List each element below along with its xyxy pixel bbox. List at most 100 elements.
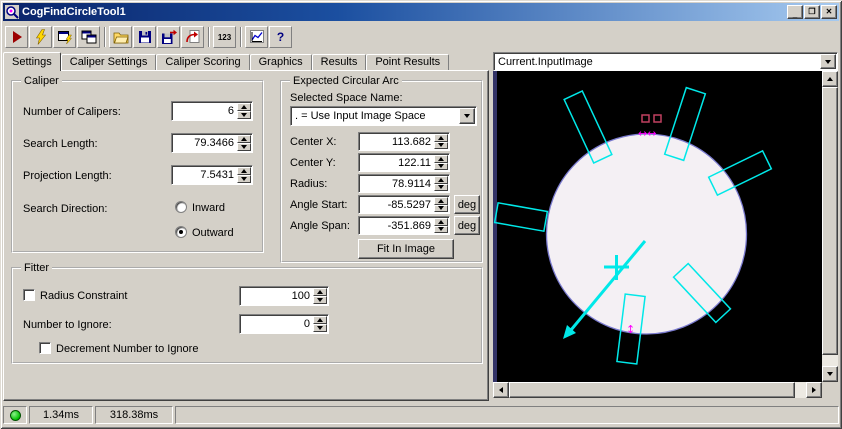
down-arrow-icon <box>827 372 833 376</box>
search-length-field[interactable] <box>171 133 253 153</box>
scroll-right-button[interactable] <box>806 382 822 398</box>
radius-constraint-input[interactable] <box>241 288 312 304</box>
save-file-button[interactable] <box>133 26 156 48</box>
angle-span-input[interactable] <box>360 218 433 233</box>
spin-down-button[interactable] <box>237 143 251 151</box>
electric-run-button[interactable] <box>29 26 52 48</box>
open-file-button[interactable] <box>109 26 132 48</box>
spin-up-button[interactable] <box>313 288 327 296</box>
search-length-input[interactable] <box>173 135 236 151</box>
search-direction-label: Search Direction: <box>23 203 108 215</box>
spin-up-button[interactable] <box>434 155 448 163</box>
inward-radio-label[interactable]: Inward <box>192 202 225 215</box>
number-of-calipers-input[interactable] <box>173 103 236 119</box>
spin-down-button[interactable] <box>434 162 448 170</box>
save-image-button[interactable] <box>157 26 180 48</box>
down-arrow-icon <box>317 298 323 302</box>
number-of-calipers-field[interactable] <box>171 101 253 121</box>
run-subtool-button[interactable] <box>53 26 76 48</box>
number-to-ignore-input[interactable] <box>241 316 312 332</box>
spin-down-button[interactable] <box>434 225 448 233</box>
spin-up-button[interactable] <box>237 103 251 111</box>
number-to-ignore-field[interactable] <box>239 314 329 334</box>
center-x-field[interactable] <box>358 132 450 151</box>
help-button[interactable]: ? <box>269 26 292 48</box>
titlebar[interactable]: CogFindCircleTool1 _ ❐ ✕ <box>3 3 839 21</box>
results-graph-button[interactable] <box>245 26 268 48</box>
spin-up-button[interactable] <box>313 316 327 324</box>
close-button[interactable]: ✕ <box>821 5 837 19</box>
spin-up-button[interactable] <box>434 176 448 184</box>
up-arrow-icon <box>317 318 323 322</box>
radius-constraint-checkbox[interactable] <box>23 289 35 301</box>
outward-radio-label[interactable]: Outward <box>192 227 234 240</box>
tab-settings[interactable]: Settings <box>3 52 61 71</box>
number-format-button[interactable]: 123 <box>213 26 236 48</box>
total-time-panel: 318.38ms <box>95 406 173 424</box>
outward-radio[interactable] <box>175 226 187 238</box>
spin-down-button[interactable] <box>434 204 448 212</box>
spin-up-button[interactable] <box>434 197 448 205</box>
spin-down-button[interactable] <box>434 141 448 149</box>
run-tool-window-button[interactable] <box>77 26 100 48</box>
vertical-scrollbar[interactable] <box>822 71 838 382</box>
scroll-left-button[interactable] <box>493 382 509 398</box>
projection-length-input[interactable] <box>173 167 236 183</box>
run-button[interactable] <box>5 26 28 48</box>
right-arrow-icon <box>812 387 816 393</box>
horizontal-scrollbar[interactable] <box>493 382 822 398</box>
selected-space-combobox[interactable]: . = Use Input Image Space <box>290 106 477 126</box>
combo-dropdown-button[interactable] <box>459 108 475 124</box>
down-arrow-icon <box>438 185 444 190</box>
angle-start-deg-button[interactable]: deg <box>454 195 480 214</box>
tab-caliper-scoring[interactable]: Caliper Scoring <box>156 54 250 70</box>
spin-down-button[interactable] <box>434 183 448 191</box>
spin-down-button[interactable] <box>313 296 327 304</box>
spin-down-button[interactable] <box>313 324 327 332</box>
projection-length-field[interactable] <box>171 165 253 185</box>
scroll-down-button[interactable] <box>822 366 838 382</box>
center-y-input[interactable] <box>360 155 433 170</box>
angle-start-input[interactable] <box>360 197 433 212</box>
status-message-panel <box>175 406 839 424</box>
revert-arrow-icon <box>185 30 199 43</box>
revert-button[interactable] <box>181 26 204 48</box>
inward-radio[interactable] <box>175 201 187 213</box>
vertical-scroll-thumb[interactable] <box>822 87 838 355</box>
angle-start-field[interactable] <box>358 195 450 214</box>
minimize-button[interactable]: _ <box>787 5 803 19</box>
center-x-spinner <box>434 134 448 149</box>
spin-down-button[interactable] <box>237 111 251 119</box>
image-display[interactable]: ↔↔ ↕ <box>493 71 822 382</box>
radius-field[interactable] <box>358 174 450 193</box>
fit-in-image-label: Fit In Image <box>376 243 436 255</box>
tab-graphics[interactable]: Graphics <box>249 54 312 70</box>
decrement-number-label[interactable]: Decrement Number to Ignore <box>56 343 198 356</box>
found-circle-graphic <box>545 133 748 335</box>
center-x-input[interactable] <box>360 134 433 149</box>
combo-dropdown-button[interactable] <box>820 54 836 69</box>
image-source-combobox[interactable]: Current.InputImage <box>493 52 838 71</box>
scroll-up-button[interactable] <box>822 71 838 87</box>
tab-results[interactable]: Results <box>311 54 367 70</box>
scrollbar-corner <box>822 382 838 398</box>
up-arrow-icon <box>438 198 444 203</box>
maximize-button[interactable]: ❐ <box>804 5 820 19</box>
tab-point-results[interactable]: Point Results <box>366 54 450 70</box>
radius-input[interactable] <box>360 176 433 191</box>
angle-span-field[interactable] <box>358 216 450 235</box>
radius-constraint-label[interactable]: Radius Constraint <box>40 290 127 303</box>
tool-windows-icon <box>81 30 96 44</box>
tab-caliper-settings[interactable]: Caliper Settings <box>60 54 157 70</box>
decrement-number-checkbox[interactable] <box>39 342 51 354</box>
spin-down-button[interactable] <box>237 175 251 183</box>
angle-span-deg-button[interactable]: deg <box>454 216 480 235</box>
fit-in-image-button[interactable]: Fit In Image <box>358 239 454 259</box>
spin-up-button[interactable] <box>237 167 251 175</box>
spin-up-button[interactable] <box>434 218 448 226</box>
center-y-field[interactable] <box>358 153 450 172</box>
spin-up-button[interactable] <box>434 134 448 142</box>
horizontal-scroll-thumb[interactable] <box>509 382 795 398</box>
radius-constraint-field[interactable] <box>239 286 329 306</box>
spin-up-button[interactable] <box>237 135 251 143</box>
